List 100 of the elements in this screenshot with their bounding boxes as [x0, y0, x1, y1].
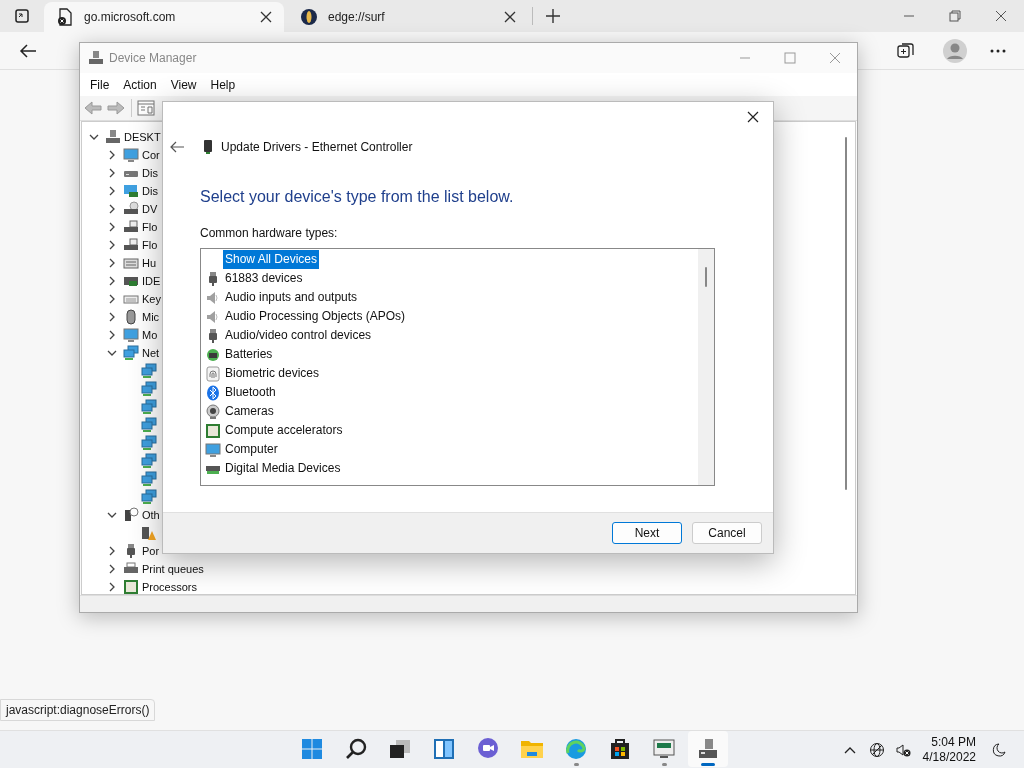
- warning-icon: [141, 525, 157, 541]
- monitor-icon: [205, 441, 221, 458]
- network-icon: [141, 381, 157, 397]
- menu-item[interactable]: File: [83, 75, 117, 94]
- scrollbar[interactable]: [845, 137, 847, 490]
- webcam-icon: [205, 403, 221, 420]
- surf-icon: [300, 8, 318, 26]
- battery-icon: [205, 346, 221, 363]
- tree-item[interactable]: Flo: [142, 218, 158, 236]
- restore-icon[interactable]: [949, 10, 961, 22]
- hardware-type-list[interactable]: [200, 248, 715, 486]
- unknown-device-icon: [123, 507, 139, 523]
- list-item[interactable]: Biometric devices: [223, 364, 322, 383]
- tree-item[interactable]: DV: [142, 200, 158, 218]
- next-button[interactable]: Next: [612, 522, 682, 544]
- tab-actions-icon[interactable]: [14, 8, 30, 24]
- tree-item[interactable]: Dis: [142, 164, 158, 182]
- status-link-text: javascript:diagnoseErrors(): [0, 699, 156, 721]
- properties-icon[interactable]: [137, 100, 155, 116]
- globe-icon[interactable]: [868, 741, 885, 758]
- new-tab-icon[interactable]: [545, 8, 561, 24]
- keyboard-icon: [123, 255, 139, 271]
- network-icon: [141, 453, 157, 469]
- tree-item[interactable]: IDE: [142, 272, 161, 290]
- list-item[interactable]: Computer: [223, 440, 280, 459]
- search-icon: [344, 737, 368, 761]
- browser-tab[interactable]: edge://surf: [288, 2, 528, 32]
- mouse-icon: [123, 309, 139, 325]
- close-icon: [747, 111, 759, 123]
- page-error-icon: [56, 8, 74, 26]
- tab-title: go.microsoft.com: [84, 9, 177, 26]
- display-adapter-icon: [123, 183, 139, 199]
- list-item[interactable]: Batteries: [223, 345, 275, 364]
- chip-icon: [123, 579, 139, 594]
- disc-drive-icon: [123, 201, 139, 217]
- computer-icon: [88, 50, 104, 66]
- menu-item[interactable]: View: [163, 75, 204, 94]
- drive-icon: [123, 219, 139, 235]
- tree-item[interactable]: DESKT: [124, 128, 161, 146]
- tree-item[interactable]: Mic: [142, 308, 160, 326]
- network-card-icon: [201, 139, 215, 155]
- tree-item[interactable]: Oth: [142, 506, 160, 524]
- chat-icon: [476, 737, 500, 761]
- start-icon: [300, 737, 324, 761]
- scrollbar-thumb[interactable]: [705, 267, 707, 287]
- tree-item[interactable]: Dis: [142, 182, 158, 200]
- device-manager-icon: [696, 737, 720, 761]
- network-icon: [141, 435, 157, 451]
- drive-icon: [123, 237, 139, 253]
- list-item[interactable]: 61883 devices: [223, 269, 305, 288]
- moon-icon[interactable]: [990, 741, 1006, 758]
- list-label: Common hardware types:: [200, 225, 339, 242]
- network-icon: [141, 363, 157, 379]
- browser-tab[interactable]: go.microsoft.com: [44, 2, 284, 32]
- bluetooth-icon: [205, 384, 221, 401]
- monitor-icon: [123, 327, 139, 343]
- tree-item[interactable]: Key: [142, 290, 161, 308]
- speaker-icon: [205, 308, 221, 325]
- list-item[interactable]: Audio/video control devices: [223, 326, 374, 345]
- network-icon: [141, 471, 157, 487]
- tree-item[interactable]: Mo: [142, 326, 158, 344]
- clock[interactable]: 5:04 PM 4/18/2022: [922, 734, 976, 765]
- back-icon[interactable]: [169, 139, 185, 155]
- list-item[interactable]: Cameras: [223, 402, 276, 421]
- taskbar-app[interactable]: [688, 731, 728, 767]
- list-item[interactable]: Audio inputs and outputs: [223, 288, 360, 307]
- list-item[interactable]: Show All Devices: [223, 250, 320, 269]
- close-icon[interactable]: [995, 10, 1007, 22]
- close-icon[interactable]: [260, 11, 272, 23]
- dialog-heading: Select your device's type from the list below.: [200, 187, 515, 207]
- network-icon: [123, 345, 139, 361]
- fingerprint-icon: [205, 365, 221, 382]
- dialog-title: Update Drivers - Ethernet Controller: [221, 139, 413, 156]
- tree-item[interactable]: Flo: [142, 236, 158, 254]
- tree-item[interactable]: Processors: [142, 578, 198, 594]
- network-icon: [141, 399, 157, 415]
- list-item[interactable]: Audio Processing Objects (APOs): [223, 307, 408, 326]
- computer-icon: [105, 129, 121, 145]
- monitor-icon: [652, 737, 676, 761]
- list-item[interactable]: Digital Media Devices: [223, 459, 343, 478]
- store-icon: [608, 737, 632, 761]
- tab-title: edge://surf: [328, 9, 386, 26]
- tree-item[interactable]: Hu: [142, 254, 157, 272]
- window-title: Device Manager: [109, 50, 197, 67]
- browser-icon: [564, 737, 588, 761]
- list-item[interactable]: Bluetooth: [223, 383, 278, 402]
- collections-icon[interactable]: [896, 40, 916, 61]
- menu-item[interactable]: Help: [203, 75, 243, 94]
- speaker-muted-icon[interactable]: [894, 741, 911, 758]
- menu-item[interactable]: Action: [116, 75, 164, 94]
- tree-item[interactable]: Por: [142, 542, 160, 560]
- widgets-icon: [432, 737, 456, 761]
- tree-item[interactable]: Print queues: [142, 560, 204, 578]
- cancel-button[interactable]: Cancel: [692, 522, 762, 544]
- profile-avatar[interactable]: [942, 37, 968, 64]
- tree-item[interactable]: Net: [142, 344, 160, 362]
- close-icon[interactable]: [504, 11, 516, 23]
- tree-item[interactable]: Cor: [142, 146, 160, 164]
- speaker-icon: [205, 289, 221, 306]
- list-item[interactable]: Compute accelerators: [223, 421, 345, 440]
